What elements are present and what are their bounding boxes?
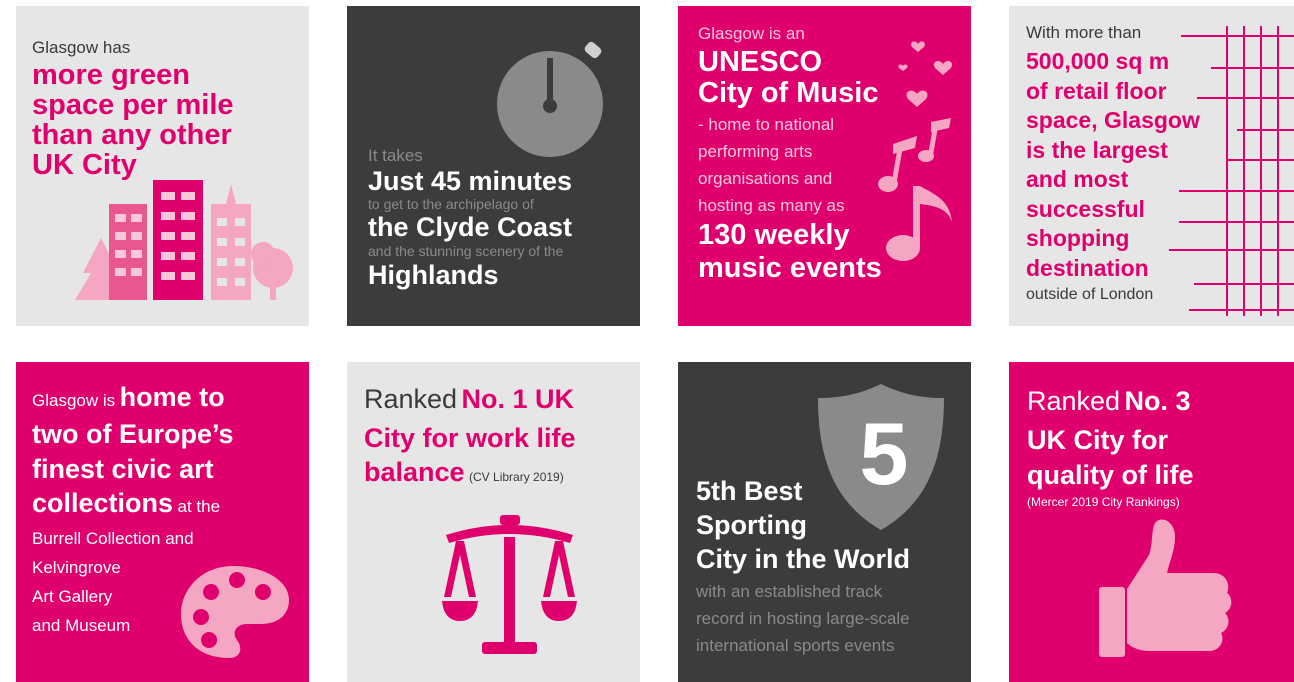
intro-text: Glasgow is bbox=[32, 391, 116, 410]
headline-line: Sporting bbox=[696, 510, 807, 540]
headline: 130 weekly music events bbox=[698, 219, 882, 285]
tile-quality-of-life: Ranked No. 3 UK City for quality of life… bbox=[1009, 362, 1294, 682]
intro-text: Glasgow has bbox=[32, 38, 131, 57]
footer-text: outside of London bbox=[1026, 286, 1154, 303]
tile-text: Ranked No. 3 UK City for quality of life… bbox=[1027, 384, 1194, 511]
body-text: Burrell Collection and Kelvingrove Art G… bbox=[32, 524, 234, 640]
headline: more green space per mile than any other… bbox=[32, 60, 234, 180]
headline: 500,000 sq m of retail floor space, Glas… bbox=[1026, 47, 1200, 283]
headline-line: finest civic art bbox=[32, 454, 214, 484]
headline-line: and most bbox=[1026, 166, 1129, 192]
source-text: (Mercer 2019 City Rankings) bbox=[1027, 495, 1180, 509]
body-line: and Museum bbox=[32, 616, 131, 635]
headline-line: than any other bbox=[32, 119, 232, 151]
thumbs-up-icon bbox=[1099, 519, 1232, 657]
headline-line: space, Glasgow bbox=[1026, 107, 1200, 133]
headline-line: balance bbox=[364, 457, 465, 487]
headline-inline: home to bbox=[119, 382, 225, 412]
body-line: organisations and bbox=[698, 169, 833, 188]
headline-line: Just 45 minutes bbox=[368, 166, 573, 196]
tile-text: With more than 500,000 sq m of retail fl… bbox=[1026, 23, 1200, 307]
intro-text: Glasgow is an bbox=[698, 24, 805, 43]
body-line: international sports events bbox=[696, 636, 895, 655]
tail-text: at the bbox=[177, 497, 221, 516]
intro-text: Ranked bbox=[364, 384, 458, 414]
headline-inline: No. 1 UK bbox=[461, 384, 575, 414]
body-text: with an established track record in host… bbox=[696, 578, 910, 659]
body-line: - home to national bbox=[698, 115, 835, 134]
body-line: Kelvingrove bbox=[32, 558, 121, 577]
body-line: Burrell Collection and bbox=[32, 529, 194, 548]
headline-last-line: balance (CV Library 2019) bbox=[364, 455, 576, 494]
headline-line: destination bbox=[1026, 254, 1149, 281]
headline-last-line: collections at the bbox=[32, 487, 234, 524]
headline-line: City for work life bbox=[364, 423, 576, 453]
headline-first-line: Glasgow is home to bbox=[32, 382, 234, 417]
headline-line: is the largest bbox=[1026, 136, 1168, 163]
headline-line: UNESCO bbox=[698, 46, 823, 78]
tile-work-life-balance: Ranked No. 1 UK City for work life balan… bbox=[347, 362, 640, 682]
music-notes-icon bbox=[878, 41, 953, 261]
headline: two of Europe’s finest civic art bbox=[32, 417, 234, 487]
headline-first-line: Ranked No. 1 UK bbox=[364, 382, 576, 421]
headline-line: the Clyde Coast bbox=[368, 212, 573, 242]
headline-inline: No. 3 bbox=[1124, 386, 1191, 416]
headline-line: UK City bbox=[32, 149, 137, 181]
tile-text: Glasgow is home to two of Europe’s fines… bbox=[32, 382, 234, 640]
headline-line: shopping bbox=[1026, 225, 1130, 251]
headline-line: music events bbox=[698, 252, 882, 284]
body-text: - home to national performing arts organ… bbox=[698, 111, 882, 219]
headline-line: Highlands bbox=[368, 260, 499, 290]
city-buildings-icon bbox=[75, 180, 293, 300]
balance-scales-icon bbox=[442, 515, 577, 654]
headline-line: two of Europe’s bbox=[32, 419, 234, 449]
sub-text: to get to the archipelago of bbox=[368, 196, 534, 212]
tile-art-collections: Glasgow is home to two of Europe’s fines… bbox=[16, 362, 309, 682]
tile-retail-space: With more than 500,000 sq m of retail fl… bbox=[1009, 6, 1294, 326]
body-line: performing arts bbox=[698, 142, 813, 161]
tile-city-of-music: Glasgow is an UNESCO City of Music - hom… bbox=[678, 6, 971, 326]
headline-line: UK City for bbox=[1027, 425, 1168, 455]
tile-text: Glasgow has more green space per mile th… bbox=[32, 38, 234, 180]
headline-line: 500,000 sq m bbox=[1026, 48, 1170, 74]
headline: UK City for quality of life bbox=[1027, 423, 1194, 493]
headline-line: 130 weekly bbox=[698, 219, 850, 251]
headline: 5th Best Sporting City in the World bbox=[696, 474, 910, 576]
tile-clyde-coast: It takes Just 45 minutes to get to the a… bbox=[347, 6, 640, 326]
tile-text: It takes Just 45 minutes to get to the a… bbox=[368, 146, 572, 291]
headline-line: City of Music bbox=[698, 77, 879, 109]
headline-line: collections bbox=[32, 488, 174, 518]
headline-line: City in the World bbox=[696, 544, 910, 574]
intro-text: It takes bbox=[368, 146, 423, 165]
intro-text: With more than bbox=[1026, 23, 1142, 42]
body-line: with an established track bbox=[696, 582, 883, 601]
sub-text: and the stunning scenery of the bbox=[368, 243, 564, 259]
tile-text: Glasgow is an UNESCO City of Music - hom… bbox=[698, 24, 882, 285]
headline-line: more green bbox=[32, 59, 190, 91]
headline-line: space per mile bbox=[32, 89, 234, 121]
headline-line: of retail floor bbox=[1026, 77, 1167, 104]
body-line: Art Gallery bbox=[32, 587, 113, 606]
headline-first-line: Ranked No. 3 bbox=[1027, 384, 1194, 423]
headline-line: successful bbox=[1026, 195, 1145, 222]
body-line: record in hosting large-scale bbox=[696, 609, 910, 628]
body-line: hosting as many as bbox=[698, 196, 845, 215]
intro-text: Ranked bbox=[1027, 386, 1121, 416]
tile-green-space: Glasgow has more green space per mile th… bbox=[16, 6, 309, 326]
source-text: (CV Library 2019) bbox=[469, 470, 564, 484]
headline: UNESCO City of Music bbox=[698, 47, 882, 109]
headline-line: 5th Best bbox=[696, 476, 803, 506]
tile-text: Ranked No. 1 UK City for work life balan… bbox=[364, 382, 576, 494]
tile-text: 5th Best Sporting City in the World with… bbox=[696, 474, 910, 659]
headline-line: quality of life bbox=[1027, 460, 1194, 490]
tile-sporting-city: 5 5th Best Sporting City in the World wi… bbox=[678, 362, 971, 682]
